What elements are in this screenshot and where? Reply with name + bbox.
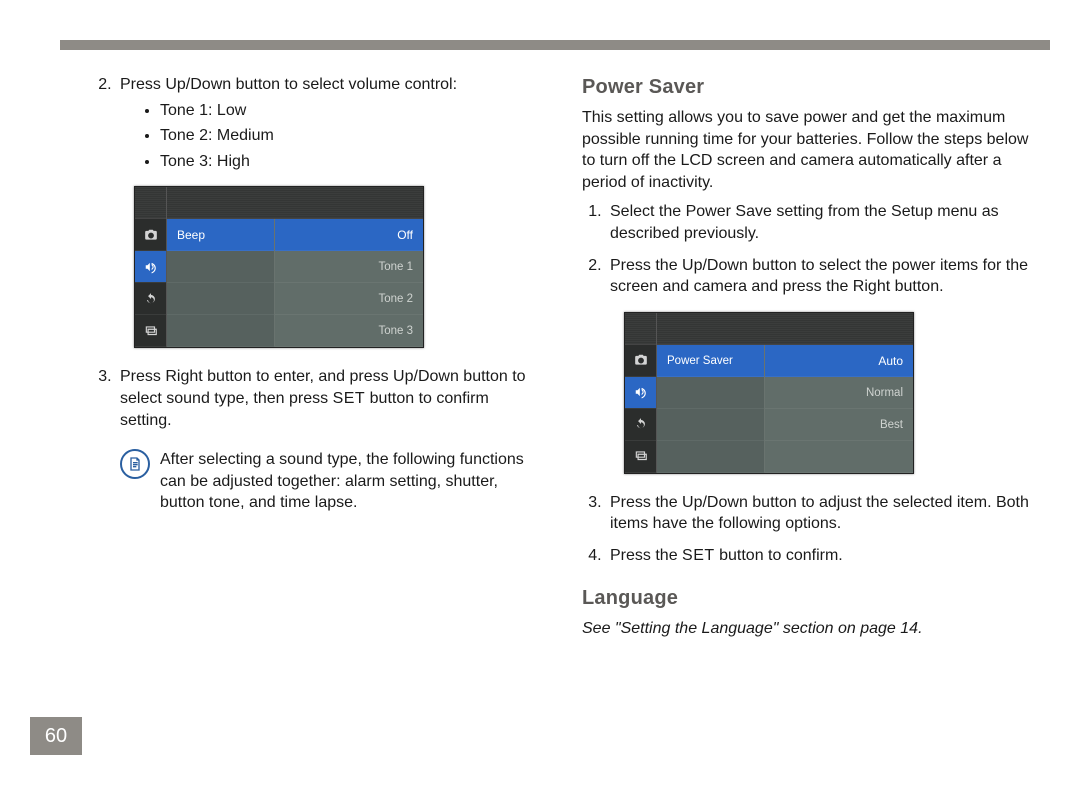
step-3: Press Right button to enter, and press U…	[116, 366, 540, 431]
note-block: After selecting a sound type, the follow…	[120, 449, 540, 514]
tone-bullets: Tone 1: Low Tone 2: Medium Tone 3: High	[120, 100, 540, 173]
tone-bullet: Tone 3: High	[160, 151, 540, 173]
power-step-4: Press the SET button to confirm.	[606, 545, 1030, 567]
power-saver-intro: This setting allows you to save power an…	[582, 107, 1030, 193]
step2-text: Press Up/Down button to select volume co…	[120, 76, 457, 93]
lcd-screenshot-powersaver: Power Saver Auto Normal Best	[624, 312, 914, 474]
lcd-option: Best	[765, 409, 913, 441]
sound-icon	[625, 377, 656, 409]
lcd-selected-label: Power Saver	[657, 345, 764, 377]
sound-icon	[135, 251, 166, 283]
manual-page: Press Up/Down button to select volume co…	[30, 30, 1050, 755]
step4-b: button to confirm.	[715, 547, 843, 564]
step-2: Press Up/Down button to select volume co…	[116, 74, 540, 172]
lcd-selected-label: Beep	[167, 219, 274, 251]
lcd-option: Tone 3	[275, 315, 423, 347]
camera-icon	[625, 345, 656, 377]
set-label: SET	[333, 390, 366, 407]
power-steps-cont: Press the Up/Down button to adjust the s…	[582, 492, 1030, 567]
lcd-selected-value: Auto	[765, 345, 913, 377]
refresh-icon	[135, 283, 166, 315]
note-icon	[120, 449, 150, 479]
power-step-3: Press the Up/Down button to adjust the s…	[606, 492, 1030, 535]
header-rule	[60, 40, 1050, 50]
left-steps: Press Up/Down button to select volume co…	[92, 74, 540, 172]
power-saver-heading: Power Saver	[582, 74, 1030, 101]
lcd-option: Tone 1	[275, 251, 423, 283]
set-label: SET	[682, 547, 715, 564]
display-icon	[625, 441, 656, 473]
power-step-1: Select the Power Save setting from the S…	[606, 201, 1030, 244]
power-step-2: Press the Up/Down button to select the p…	[606, 255, 1030, 298]
page-number: 60	[30, 717, 82, 755]
lcd-option: Normal	[765, 377, 913, 409]
lcd-selected-value: Off	[275, 219, 423, 251]
lcd-icon-column	[625, 313, 657, 473]
lcd-option: Tone 2	[275, 283, 423, 315]
right-column: Power Saver This setting allows you to s…	[582, 74, 1030, 725]
power-steps: Select the Power Save setting from the S…	[582, 201, 1030, 297]
refresh-icon	[625, 409, 656, 441]
step4-a: Press the	[610, 547, 682, 564]
lcd-icon-column	[135, 187, 167, 347]
tone-bullet: Tone 2: Medium	[160, 125, 540, 147]
tone-bullet: Tone 1: Low	[160, 100, 540, 122]
language-reference: See "Setting the Language" section on pa…	[582, 618, 1030, 640]
language-heading: Language	[582, 585, 1030, 612]
camera-icon	[135, 219, 166, 251]
note-text: After selecting a sound type, the follow…	[160, 449, 540, 514]
display-icon	[135, 315, 166, 347]
lcd-screenshot-beep: Beep Off Tone 1 Tone 2 Tone 3	[134, 186, 424, 348]
body-columns: Press Up/Down button to select volume co…	[92, 74, 1030, 725]
left-steps-cont: Press Right button to enter, and press U…	[92, 366, 540, 431]
left-column: Press Up/Down button to select volume co…	[92, 74, 540, 725]
